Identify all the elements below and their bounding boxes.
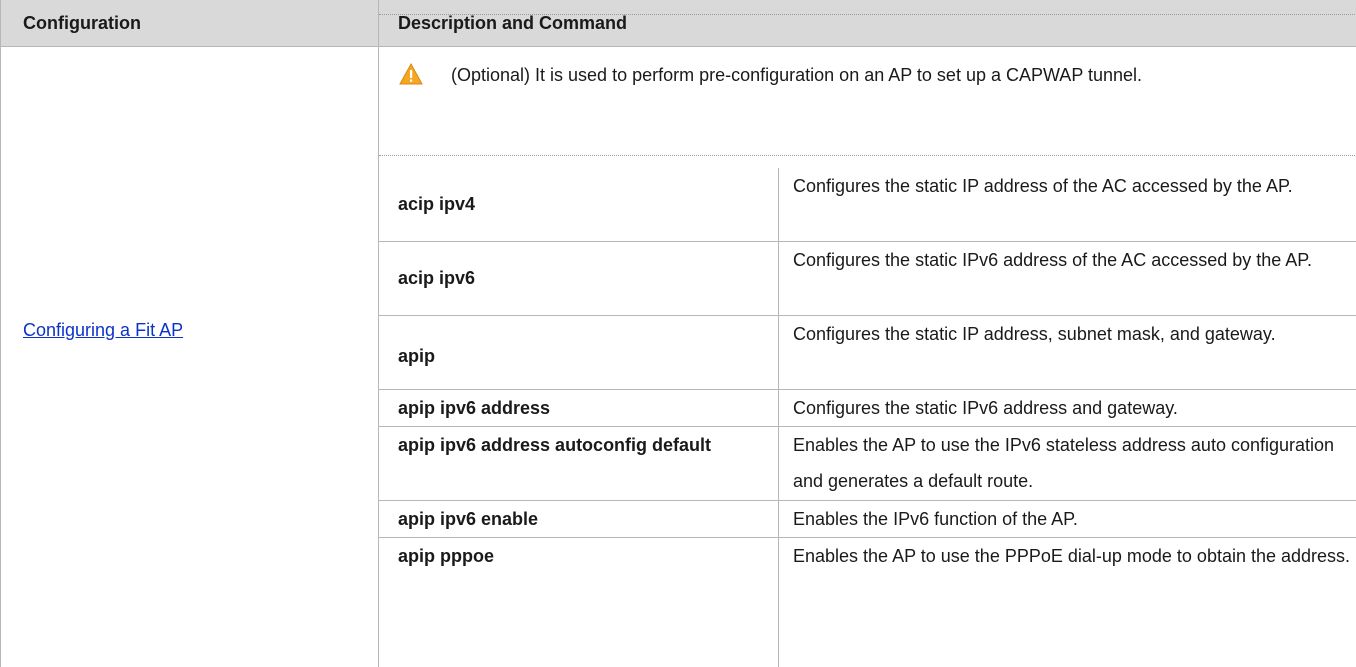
command-description: Configures the static IPv6 address of th… — [793, 250, 1312, 270]
command-name: acip ipv6 — [398, 268, 476, 288]
table-row: apip ipv6 address Configures the static … — [379, 390, 1356, 427]
command-description: Enables the IPv6 function of the AP. — [793, 509, 1078, 529]
table-row: apip pppoe Enables the AP to use the PPP… — [379, 538, 1356, 667]
table-header-row: Configuration Description and Command — [1, 0, 1356, 47]
configuring-fit-ap-link[interactable]: Configuring a Fit AP — [23, 320, 183, 341]
command-description: Configures the static IP address of the … — [793, 176, 1293, 196]
note-text: (Optional) It is used to perform pre-con… — [451, 65, 1143, 85]
command-name: apip ipv6 address autoconfig default — [398, 435, 712, 455]
table-row: acip ipv4 Configures the static IP addre… — [379, 168, 1356, 242]
command-name: apip ipv6 address — [398, 398, 551, 418]
command-description: Enables the AP to use the PPPoE dial-up … — [793, 546, 1351, 566]
command-description: Enables the AP to use the IPv6 stateless… — [793, 435, 1335, 491]
table-row: acip ipv6 Configures the static IPv6 add… — [379, 242, 1356, 316]
table-row: apip ipv6 address autoconfig default Ena… — [379, 427, 1356, 501]
header-configuration: Configuration — [23, 13, 141, 33]
warning-triangle-icon — [399, 62, 423, 85]
command-name: apip pppoe — [398, 546, 494, 566]
optional-note: (Optional) It is used to perform pre-con… — [379, 46, 1356, 154]
command-name: apip ipv6 enable — [398, 509, 539, 529]
dotted-rule-bottom — [379, 155, 1356, 156]
command-name: acip ipv4 — [398, 194, 476, 214]
header-description: Description and Command — [398, 13, 628, 33]
command-description: Configures the static IPv6 address and g… — [793, 398, 1178, 418]
command-description: Configures the static IP address, subnet… — [793, 324, 1276, 344]
command-table: Configuration Description and Command Co… — [0, 0, 1356, 667]
table-row: apip ipv6 enable Enables the IPv6 functi… — [379, 501, 1356, 538]
table-row: apip Configures the static IP address, s… — [379, 316, 1356, 390]
dotted-rule-top — [379, 14, 1356, 15]
command-name: apip — [398, 346, 436, 366]
